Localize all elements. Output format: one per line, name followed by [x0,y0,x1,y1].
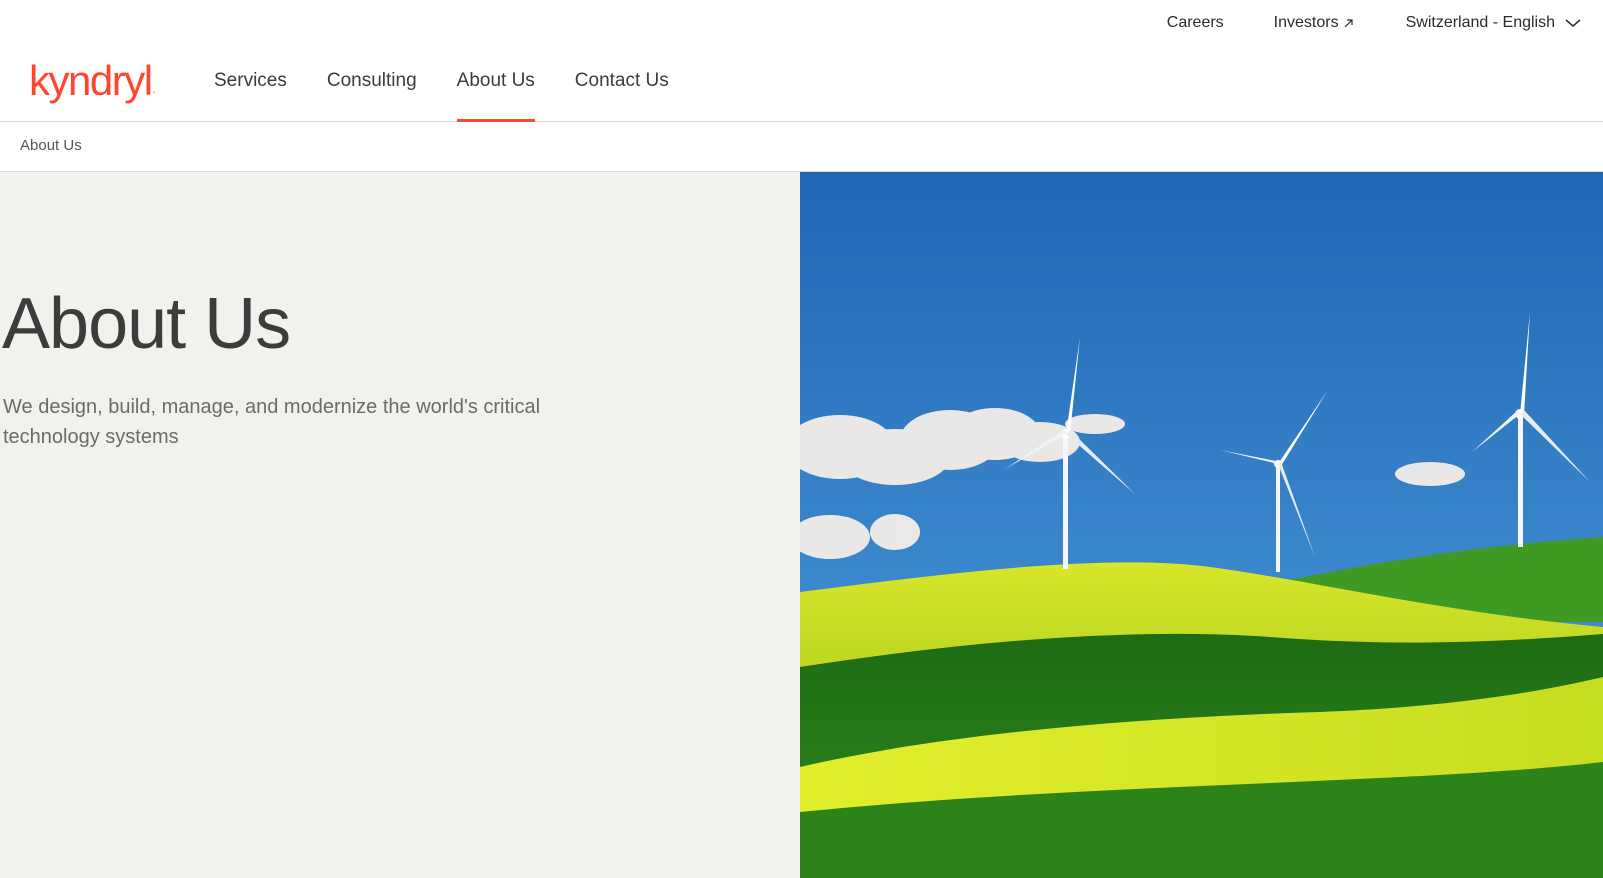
site-header: Careers Investors Switzerland - English … [0,0,1603,122]
page-title: About Us [2,284,291,364]
careers-link[interactable]: Careers [1167,14,1224,32]
hero-text-panel: About Us We design, build, manage, and m… [0,172,800,878]
chevron-down-icon [1565,18,1581,27]
locale-label: Switzerland - English [1405,14,1555,31]
nav-item-contact-us[interactable]: Contact Us [575,58,669,122]
kyndryl-logo[interactable]: kyndryl . [29,52,156,102]
logo-wordmark: kyndryl [29,57,153,104]
main-nav: Services Consulting About Us Contact Us [214,58,709,122]
investors-label: Investors [1273,14,1339,31]
locale-selector[interactable]: Switzerland - English [1406,14,1581,32]
page: Careers Investors Switzerland - English … [0,0,1603,878]
logo-dot: . [152,82,156,96]
nav-item-services[interactable]: Services [214,58,287,122]
hero-subtitle: We design, build, manage, and modernize … [3,396,541,448]
wind-turbine-landscape-illustration [800,172,1603,878]
breadcrumb-current: About Us [20,137,82,154]
nav-item-consulting[interactable]: Consulting [327,58,417,122]
nav-item-about-us[interactable]: About Us [456,58,535,122]
hero-image-wind-turbines [800,172,1603,878]
breadcrumb: About Us [0,122,1603,172]
utility-nav: Careers Investors Switzerland - English [1167,0,1603,46]
investors-link[interactable]: Investors [1274,14,1354,32]
external-link-icon [1344,18,1353,27]
